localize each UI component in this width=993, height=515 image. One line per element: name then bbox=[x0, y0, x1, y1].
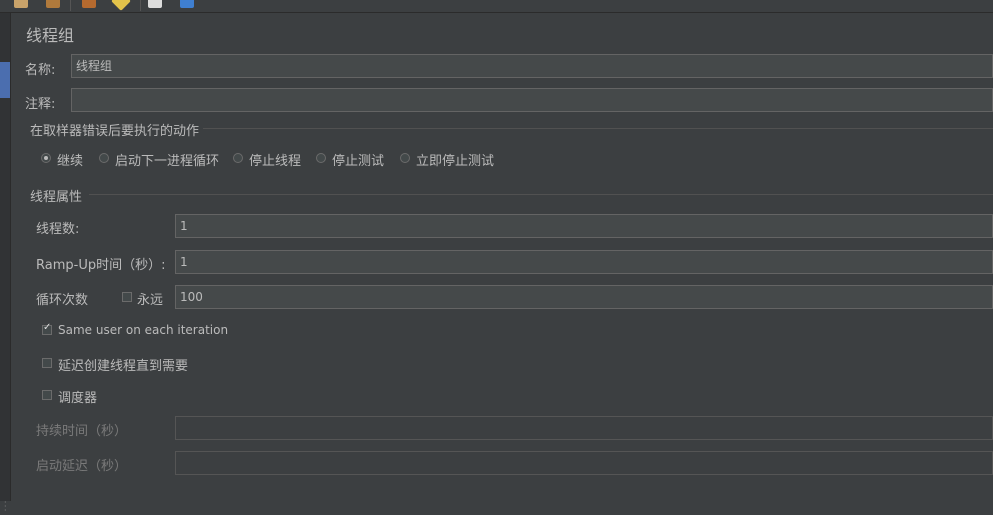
radio-start-next-loop[interactable] bbox=[99, 153, 109, 163]
forever-label[interactable]: 永远 bbox=[137, 289, 163, 308]
startup-delay-label: 启动延迟（秒） bbox=[36, 459, 128, 474]
file-icon[interactable] bbox=[148, 0, 162, 8]
comment-field[interactable] bbox=[71, 88, 993, 112]
radio-start-next-loop-label[interactable]: 启动下一进程循环 bbox=[115, 150, 219, 169]
panel-title: 线程组 bbox=[26, 26, 75, 45]
duration-field bbox=[175, 416, 993, 440]
group-divider bbox=[89, 194, 993, 195]
tree-panel-edge[interactable]: · · · bbox=[0, 13, 11, 515]
splitter-grip[interactable]: · · · bbox=[4, 499, 7, 515]
error-action-group-title: 在取样器错误后要执行的动作 bbox=[30, 124, 200, 139]
help-icon[interactable] bbox=[180, 0, 194, 8]
threads-label: 线程数: bbox=[36, 222, 80, 237]
same-user-label[interactable]: Same user on each iteration bbox=[58, 323, 228, 337]
same-user-checkbox[interactable] bbox=[42, 322, 52, 335]
group-divider bbox=[203, 128, 993, 129]
radio-stop-test-now[interactable] bbox=[400, 153, 410, 163]
name-field[interactable]: 线程组 bbox=[71, 54, 993, 78]
toolbar-separator bbox=[70, 0, 71, 11]
rampup-field[interactable]: 1 bbox=[175, 250, 993, 274]
forever-checkbox[interactable] bbox=[122, 292, 132, 302]
delay-thread-creation-label[interactable]: 延迟创建线程直到需要 bbox=[58, 355, 188, 374]
scheduler-label[interactable]: 调度器 bbox=[58, 387, 97, 406]
duration-label: 持续时间（秒） bbox=[36, 424, 128, 439]
thread-props-group-title: 线程属性 bbox=[30, 190, 83, 205]
toolbar-separator bbox=[140, 0, 141, 11]
copy-icon[interactable] bbox=[14, 0, 28, 8]
scissors-icon[interactable] bbox=[82, 0, 96, 8]
radio-stop-test-label[interactable]: 停止测试 bbox=[332, 150, 384, 169]
scheduler-checkbox[interactable] bbox=[42, 390, 52, 400]
clear-icon[interactable] bbox=[111, 0, 131, 11]
threads-field[interactable]: 1 bbox=[175, 214, 993, 238]
radio-stop-thread[interactable] bbox=[233, 153, 243, 163]
radio-stop-thread-label[interactable]: 停止线程 bbox=[249, 150, 301, 169]
radio-continue-label[interactable]: 继续 bbox=[57, 150, 83, 169]
loop-count-field[interactable]: 100 bbox=[175, 285, 993, 309]
delay-thread-creation-checkbox[interactable] bbox=[42, 358, 52, 368]
paste-icon[interactable] bbox=[46, 0, 60, 8]
tree-selection-indicator bbox=[0, 62, 10, 98]
radio-stop-test-now-label[interactable]: 立即停止测试 bbox=[416, 150, 494, 169]
startup-delay-field bbox=[175, 451, 993, 475]
comment-label: 注释: bbox=[25, 97, 56, 112]
radio-continue[interactable] bbox=[41, 153, 51, 163]
rampup-label: Ramp-Up时间（秒）: bbox=[36, 258, 166, 273]
radio-stop-test[interactable] bbox=[316, 153, 326, 163]
toolbar bbox=[0, 0, 993, 13]
name-label: 名称: bbox=[25, 63, 56, 78]
loop-count-label: 循环次数 bbox=[36, 293, 89, 308]
